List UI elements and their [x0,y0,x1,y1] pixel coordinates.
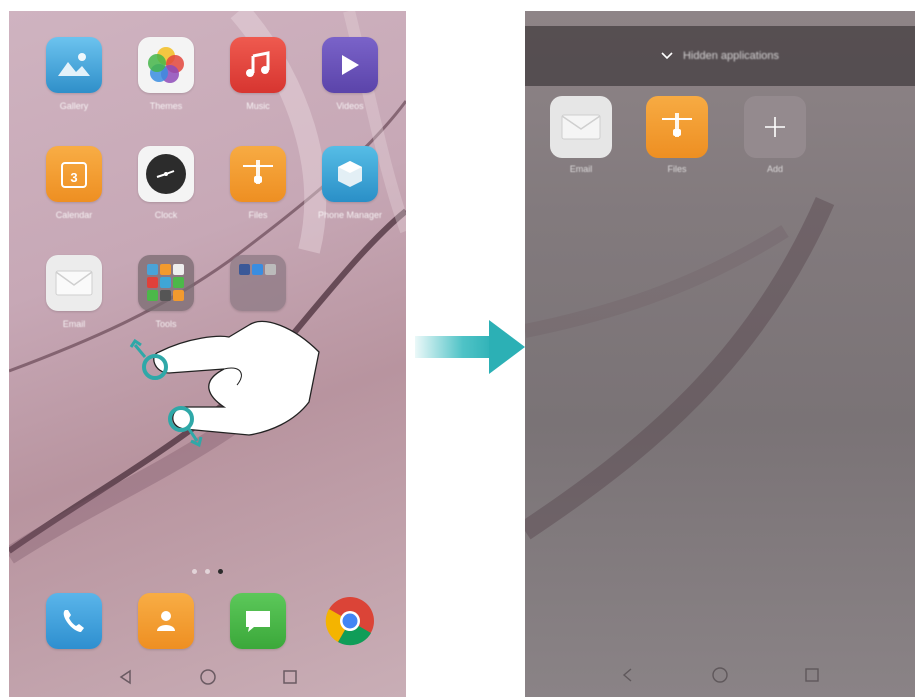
folder-social-icon [230,255,286,311]
page-indicator [9,569,406,574]
folder-zip-icon [646,96,708,158]
transition-arrow-icon [415,320,525,374]
recents-square-icon [282,670,297,684]
play-icon [322,37,378,93]
page-dot [205,569,210,574]
envelope-icon [550,96,612,158]
app-label: Themes [149,101,183,111]
app-label: Calendar [55,210,93,220]
app-files[interactable]: Files [213,146,303,221]
pinch-gesture-illustration [129,320,320,448]
app-themes[interactable]: Themes [121,37,211,112]
svg-text:3: 3 [70,170,77,185]
app-label: Phone Manager [317,210,383,220]
clock-icon [138,146,194,202]
music-note-icon [230,37,286,93]
recents-square-icon [805,668,819,682]
chevron-down-icon [661,52,673,60]
folder-zip-icon [230,146,286,202]
contact-person-icon [138,593,194,649]
envelope-icon [46,255,102,311]
hidden-apps-header[interactable]: Hidden applications [525,26,915,86]
add-hidden-app-button[interactable]: Add [735,96,815,174]
back-button[interactable] [115,666,137,688]
app-phone-manager[interactable]: Phone Manager [305,146,395,221]
app-clock[interactable]: Clock [121,146,211,221]
recents-button[interactable] [801,664,823,686]
mountain-photo-icon [46,37,102,93]
app-label: Files [248,210,268,220]
app-videos[interactable]: Videos [305,37,395,112]
back-chevron-icon [622,668,632,682]
app-email[interactable]: Email [29,255,119,330]
app-label: Music [246,101,270,111]
plus-icon [744,96,806,158]
dock-chrome[interactable] [305,593,395,649]
shield-cube-icon [322,146,378,202]
app-calendar[interactable]: 3 Calendar [29,146,119,221]
app-label: Clock [154,210,178,220]
navigation-bar [9,657,406,697]
dock-phone[interactable] [29,593,119,649]
app-label: Email [62,319,86,329]
navigation-bar [525,653,915,697]
page-dot-active [218,569,223,574]
home-button[interactable] [709,664,731,686]
chrome-icon [322,593,378,649]
app-label: Files [667,164,687,174]
dock-contacts[interactable] [121,593,211,649]
app-label: Gallery [59,101,89,111]
hidden-apps-title: Hidden applications [682,50,779,62]
home-circle-icon [199,669,216,685]
hidden-app-email[interactable]: Email [541,96,621,174]
home-circle-icon [712,667,728,683]
color-petals-icon [138,37,194,93]
back-triangle-icon [119,669,131,685]
app-label: Videos [336,101,364,111]
app-music[interactable]: Music [213,37,303,112]
folder-social[interactable] [213,255,303,311]
back-button[interactable] [617,664,639,686]
hidden-app-files[interactable]: Files [637,96,717,174]
recents-button[interactable] [279,666,301,688]
app-gallery[interactable]: Gallery [29,37,119,112]
page-dot [192,569,197,574]
home-button[interactable] [197,666,219,688]
hidden-apps-screen: Hidden applications Email Files Add [525,11,915,697]
folder-grid-icon [138,255,194,311]
app-label: Add [766,164,783,174]
home-screen: Gallery Themes Music Videos 3 Calendar C… [9,11,406,697]
dock-messaging[interactable] [213,593,303,649]
app-label: Email [569,164,593,174]
phone-handset-icon [46,593,102,649]
calendar-icon: 3 [46,146,102,202]
chat-bubble-icon [230,593,286,649]
